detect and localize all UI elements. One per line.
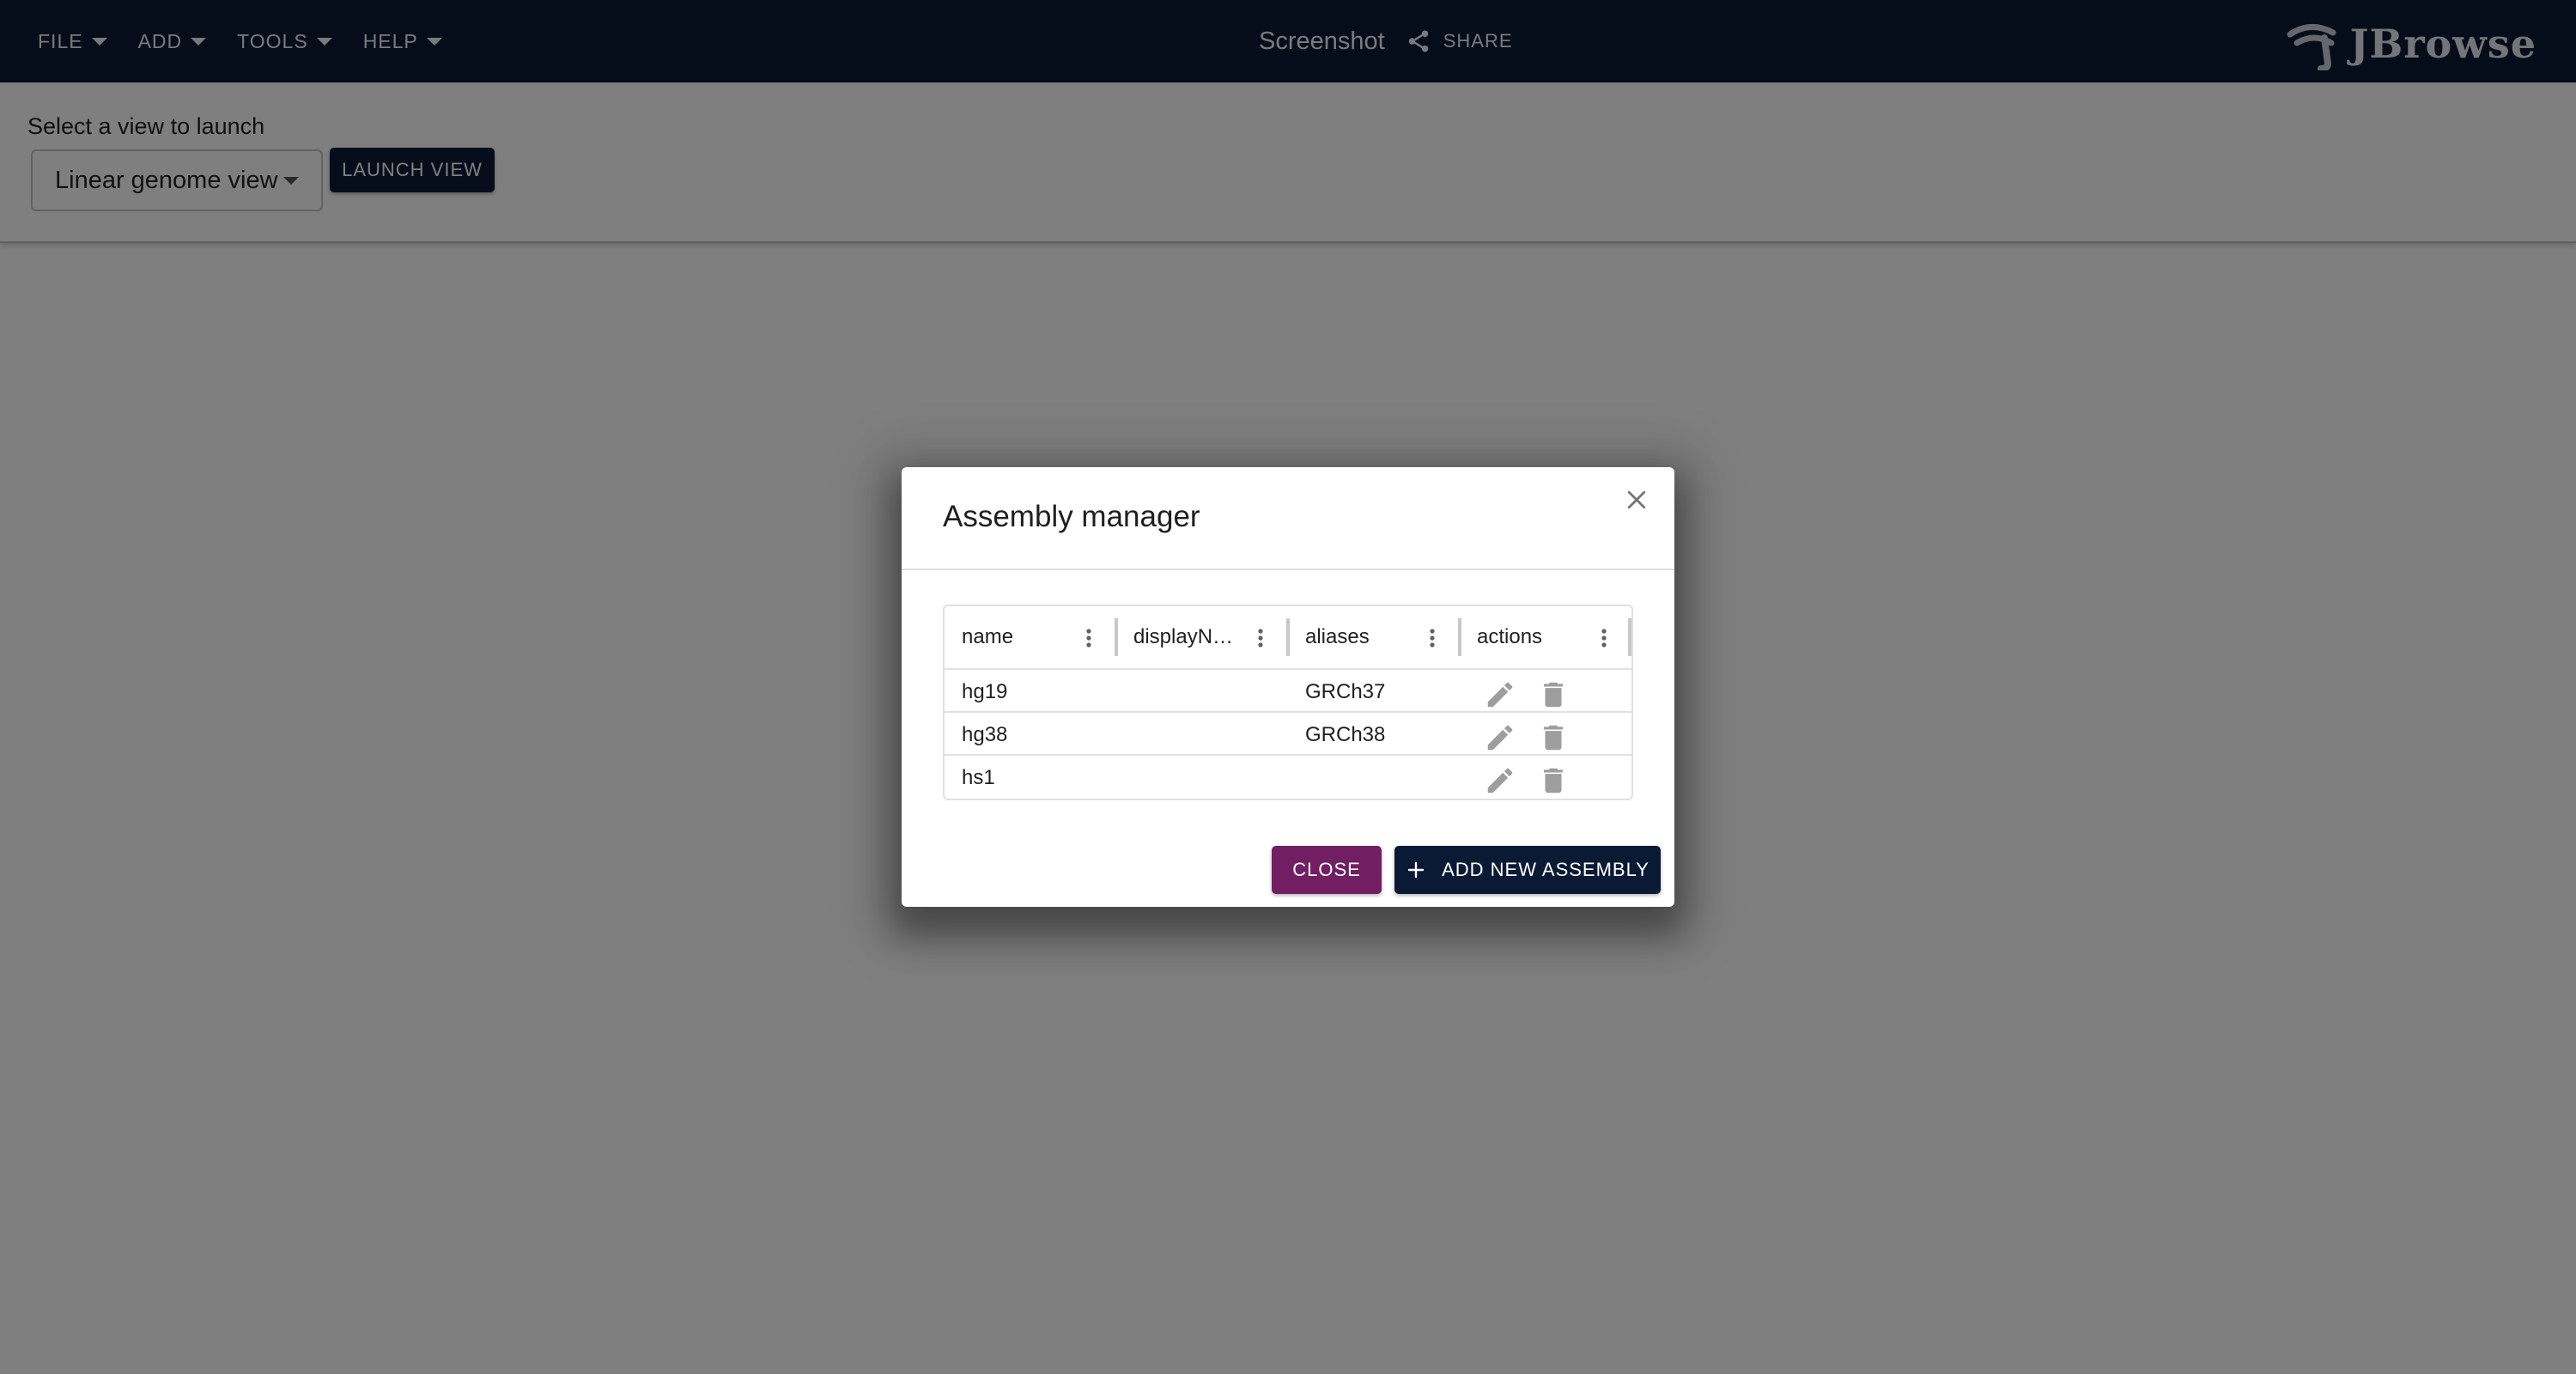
delete-icon[interactable]: [1537, 678, 1570, 711]
column-menu-icon[interactable]: [1080, 625, 1097, 651]
dialog-divider: [902, 568, 1674, 570]
cell-name: hg38: [962, 723, 1008, 746]
cell-aliases: GRCh37: [1305, 680, 1386, 703]
column-header-actions[interactable]: actions: [1460, 606, 1631, 668]
close-icon-glyph: [1627, 490, 1646, 509]
add-new-assembly-label: ADD NEW ASSEMBLY: [1442, 859, 1649, 880]
column-menu-icon[interactable]: [1252, 625, 1269, 651]
column-menu-icon[interactable]: [1595, 625, 1613, 651]
column-header-displayname[interactable]: displayN…: [1116, 606, 1288, 668]
cell-name: hg19: [962, 680, 1008, 703]
cell-name: hs1: [962, 766, 995, 789]
column-header-aliases[interactable]: aliases: [1288, 606, 1460, 668]
table-header: name displayN… aliases actions: [945, 606, 1631, 670]
delete-icon[interactable]: [1537, 721, 1570, 754]
edit-icon[interactable]: [1484, 721, 1516, 754]
column-header-label: displayN…: [1133, 625, 1234, 648]
assembly-table: name displayN… aliases actions hg19 GRCh…: [943, 605, 1633, 800]
column-header-label: actions: [1477, 625, 1543, 648]
edit-icon[interactable]: [1484, 678, 1516, 711]
column-header-label: name: [962, 625, 1014, 648]
table-row[interactable]: hg38 GRCh38: [945, 713, 1631, 756]
column-menu-icon[interactable]: [1424, 625, 1441, 651]
close-button[interactable]: CLOSE: [1272, 846, 1382, 894]
dialog-title: Assembly manager: [943, 500, 1200, 533]
table-row[interactable]: hg19 GRCh37: [945, 670, 1631, 713]
edit-icon[interactable]: [1484, 764, 1516, 797]
delete-icon[interactable]: [1537, 764, 1570, 797]
column-header-name[interactable]: name: [945, 606, 1116, 668]
close-icon[interactable]: [1619, 483, 1654, 517]
plus-icon: [1407, 861, 1425, 879]
assembly-manager-dialog: Assembly manager name displayN… aliases …: [902, 467, 1674, 907]
add-new-assembly-button[interactable]: ADD NEW ASSEMBLY: [1394, 846, 1661, 894]
column-separator[interactable]: [1628, 618, 1631, 656]
table-row[interactable]: hs1: [945, 756, 1631, 799]
cell-aliases: GRCh38: [1305, 723, 1386, 746]
column-header-label: aliases: [1305, 625, 1370, 648]
